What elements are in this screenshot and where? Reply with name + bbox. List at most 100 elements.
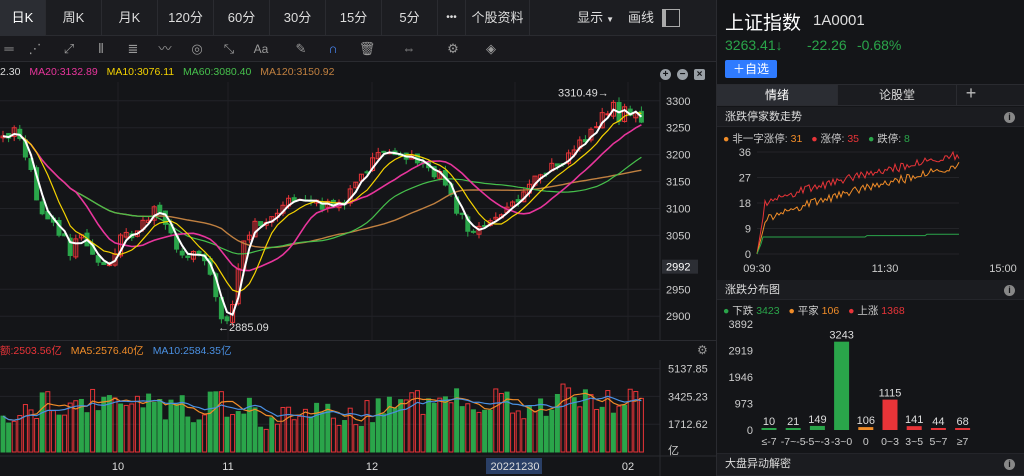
- info-icon[interactable]: i: [1004, 459, 1015, 470]
- info-icon[interactable]: i: [1004, 112, 1015, 123]
- right-panel: 上证指数 1A0001 3263.41↓ -22.26 -0.68% ＋自选 情…: [716, 0, 1024, 476]
- dist-bar: [761, 428, 777, 430]
- close-icon[interactable]: ×: [694, 69, 705, 80]
- dist-bar-category: 0~3: [881, 436, 899, 448]
- volume-bar: [532, 410, 538, 453]
- stock-info-button[interactable]: 个股资料: [466, 0, 530, 36]
- volume-bar: [336, 424, 342, 453]
- layers-icon[interactable]: ◈: [482, 40, 500, 58]
- tab-period-120min[interactable]: 120分: [158, 0, 214, 36]
- volume-bar: [185, 416, 191, 453]
- tab-sentiment[interactable]: 情绪: [717, 85, 837, 105]
- volume-bar: [526, 405, 532, 453]
- more-periods-button[interactable]: •••: [438, 0, 466, 36]
- price-axis-label: 3150: [666, 177, 690, 189]
- candle-body: [594, 126, 600, 129]
- volume-bar: [129, 403, 135, 453]
- dist-bar-category: -3~0: [831, 436, 852, 448]
- candle-body: [185, 255, 191, 258]
- zoom-in-icon[interactable]: +: [660, 69, 671, 80]
- fib-tool-icon[interactable]: ≣: [124, 40, 142, 58]
- volume-bar: [11, 420, 17, 453]
- volume-settings-icon[interactable]: ⚙: [697, 343, 708, 357]
- tab-period-5min[interactable]: 5分: [382, 0, 438, 36]
- limit-x-label: 15:00: [989, 263, 1017, 275]
- price-axis-label: 2900: [666, 311, 690, 323]
- text-tool-icon[interactable]: Aa: [252, 40, 270, 58]
- volume-bar: [482, 409, 488, 453]
- volume-bar: [202, 414, 208, 453]
- volume-bar: [560, 383, 566, 453]
- kline-chart[interactable]: 3300 3250 3200 3150 3100 3050 2992 2950 2900 3310…: [0, 82, 716, 340]
- volume-bar: [224, 416, 230, 453]
- add-tab-button[interactable]: +: [959, 83, 983, 105]
- pen-tool-icon[interactable]: ✎: [292, 40, 310, 58]
- settings-icon[interactable]: ⚙: [444, 40, 462, 58]
- info-icon[interactable]: i: [1004, 285, 1015, 296]
- ma120-legend: MA120:3150.92: [260, 66, 335, 78]
- dist-chart: 3892 2919 1946 973 0 10 ≤-7 21 -7~-5149 -5~-3 3243…: [729, 319, 971, 448]
- index-change: -22.26: [807, 37, 847, 53]
- dist-bar-category: ≤-7: [761, 436, 776, 448]
- price-axis-label: 3250: [666, 123, 690, 135]
- volume-chart[interactable]: 5137.85 3425.23 1712.62 亿 10 11 12 20221230 02: [0, 360, 716, 476]
- candle-body: [39, 201, 45, 215]
- dist-bar-category: 3~5: [905, 436, 923, 448]
- tab-forum[interactable]: 论股堂: [837, 85, 957, 105]
- volume-bar: [17, 414, 23, 453]
- gann-tool-icon[interactable]: ⤡: [220, 40, 238, 58]
- dist-bar-category: -5~-3: [805, 436, 830, 448]
- tab-period-daily[interactable]: 日K: [0, 0, 46, 36]
- volume-bar: [588, 394, 594, 453]
- volume-bar: [151, 402, 157, 453]
- trash-icon[interactable]: 🗑: [358, 40, 376, 58]
- candle-body: [459, 212, 465, 215]
- period-toolbar: 日K 周K 月K 120分 60分 30分 15分 5分 ••• 个股资料 显示…: [0, 0, 716, 36]
- wave-tool-icon[interactable]: 〰: [156, 40, 174, 58]
- parallel-tool-icon[interactable]: ⫴: [92, 40, 110, 58]
- segment-tool-icon[interactable]: ⤢: [60, 40, 78, 58]
- volume-bar: [610, 412, 616, 453]
- display-menu-button[interactable]: 显示 ▼: [530, 0, 620, 36]
- dist-y-label: 2919: [729, 346, 753, 358]
- volume-bar: [386, 396, 392, 453]
- line-tool-icon[interactable]: ═: [0, 40, 18, 58]
- dist-bar-value: 106: [857, 415, 875, 427]
- fan-tool-icon[interactable]: ⋰: [26, 40, 44, 58]
- low-price-annotation: ←2885.09: [218, 322, 269, 334]
- volume-bar: [442, 396, 448, 453]
- ma60-legend: MA60:3080.40: [183, 66, 252, 78]
- dist-bar: [809, 425, 825, 430]
- dist-bar-value: 1115: [879, 388, 902, 400]
- add-watchlist-button[interactable]: ＋自选: [725, 60, 777, 78]
- magnet-icon[interactable]: ∩: [324, 40, 342, 58]
- resize-icon[interactable]: ⇔: [400, 40, 418, 58]
- volume-amount-legend: 额:2503.56亿: [0, 345, 62, 357]
- date-axis-label: 10: [112, 461, 124, 473]
- tab-period-monthly[interactable]: 月K: [102, 0, 158, 36]
- volume-bar: [140, 407, 146, 453]
- limit-y-label: 0: [745, 249, 751, 261]
- panel-toggle-icon[interactable]: [662, 9, 680, 27]
- candle-body: [470, 230, 476, 233]
- volume-bar: [599, 406, 605, 453]
- volume-bar: [594, 408, 600, 453]
- tab-period-60min[interactable]: 60分: [214, 0, 270, 36]
- ma10-legend: MA10:3076.11: [106, 66, 175, 78]
- ellipse-tool-icon[interactable]: ◎: [188, 40, 206, 58]
- volume-bar: [627, 388, 633, 453]
- dist-section-title: 涨跌分布图: [725, 284, 780, 296]
- limit-chart: 36 27 18 9 0 09:30 11:30 15:00: [739, 147, 1017, 275]
- dist-y-label: 973: [735, 399, 753, 411]
- tab-period-30min[interactable]: 30分: [270, 0, 326, 36]
- tab-period-15min[interactable]: 15分: [326, 0, 382, 36]
- draw-line-button[interactable]: 画线: [620, 0, 662, 36]
- volume-bar: [252, 407, 258, 453]
- volume-bar: [571, 397, 577, 453]
- volume-bar: [476, 411, 482, 453]
- zoom-out-icon[interactable]: −: [677, 69, 688, 80]
- candle-body: [224, 316, 230, 322]
- tab-period-weekly[interactable]: 周K: [46, 0, 102, 36]
- volume-bar: [190, 422, 196, 453]
- display-label: 显示: [577, 10, 604, 25]
